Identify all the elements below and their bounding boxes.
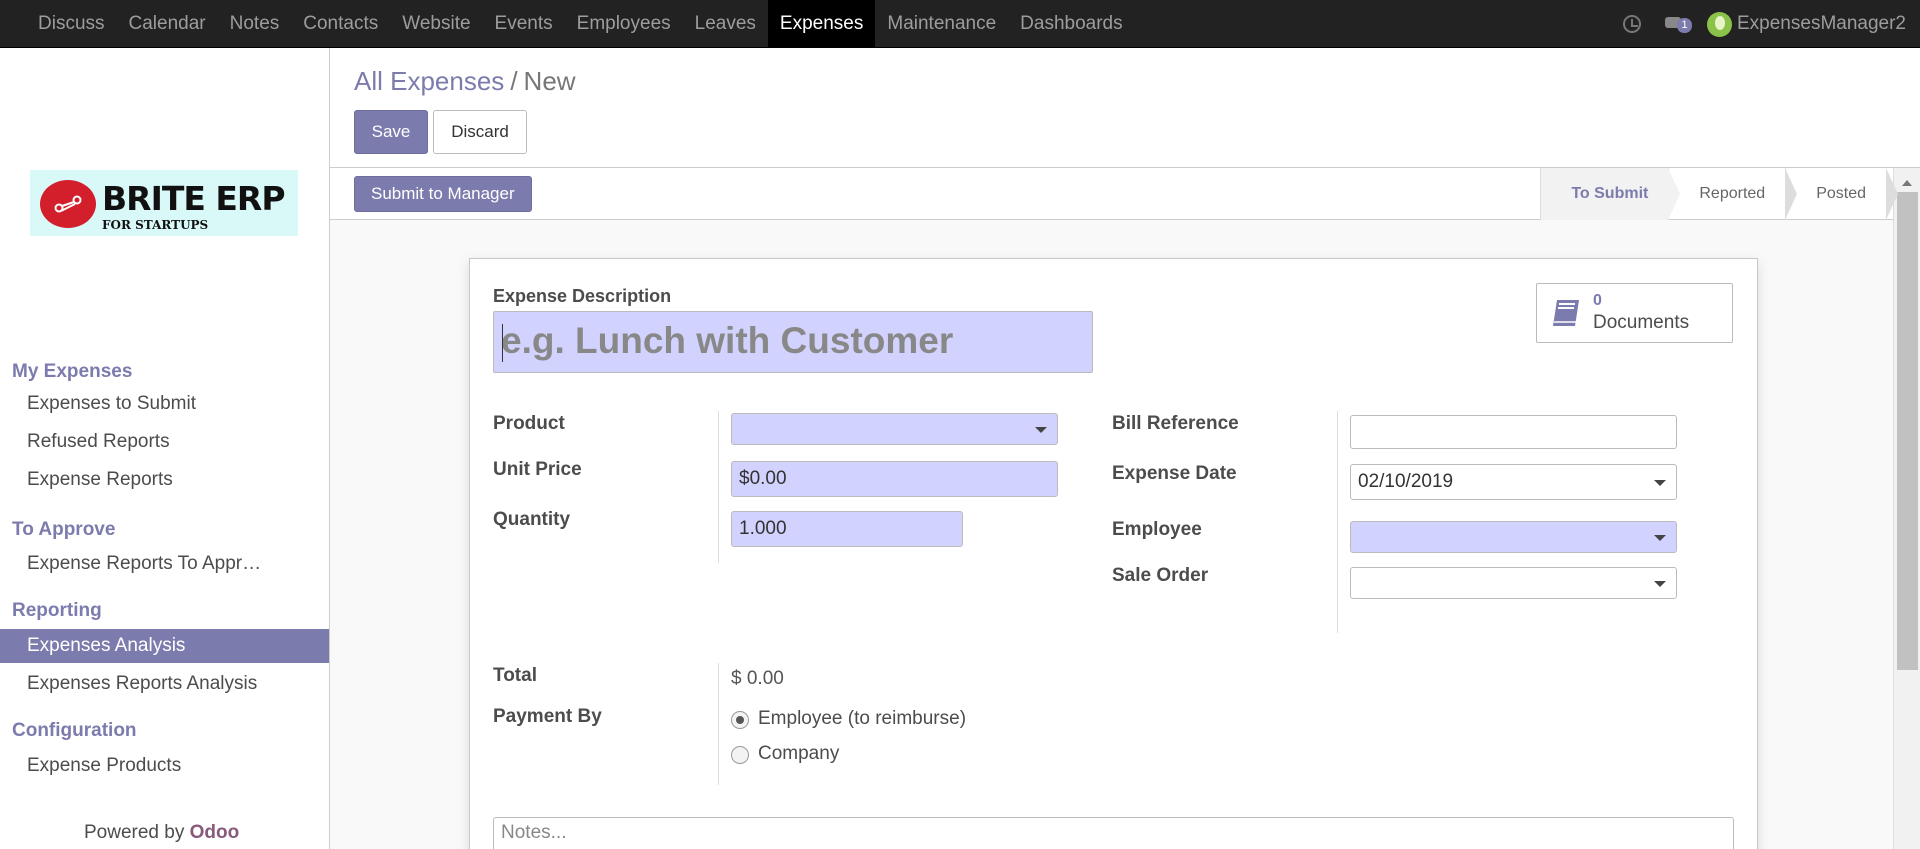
discard-button[interactable]: Discard xyxy=(433,110,527,154)
vertical-scrollbar[interactable] xyxy=(1893,168,1920,849)
powered-by-text: Powered by xyxy=(84,822,185,843)
expense-date-input[interactable]: 02/10/2019 xyxy=(1350,464,1677,500)
messaging-icon[interactable]: 1 xyxy=(1665,15,1692,33)
odoo-link[interactable]: Odoo xyxy=(190,822,240,843)
unit-price-label: Unit Price xyxy=(493,459,582,480)
product-chevron-down-icon xyxy=(1035,427,1047,433)
breadcrumb-separator: / xyxy=(510,66,518,96)
employee-label: Employee xyxy=(1112,519,1202,540)
menu-expenses[interactable]: Expenses xyxy=(767,0,876,47)
breadcrumb-current: New xyxy=(523,66,576,96)
menu-leaves[interactable]: Leaves xyxy=(683,0,768,47)
form-sheet: Expense Description e.g. Lunch with Cust… xyxy=(469,258,1758,849)
logo-mark-icon xyxy=(40,180,96,228)
bill-reference-input[interactable] xyxy=(1350,415,1677,449)
company-logo[interactable]: BRITE ERP FOR STARTUPS xyxy=(30,170,298,236)
expense-description-label: Expense Description xyxy=(493,286,672,306)
expense-date-label: Expense Date xyxy=(1112,463,1237,484)
stage-pipeline: To Submit Reported Posted xyxy=(1540,168,1898,220)
save-button[interactable]: Save xyxy=(354,110,428,154)
bill-reference-label: Bill Reference xyxy=(1112,413,1239,434)
menu-dashboards[interactable]: Dashboards xyxy=(1008,0,1134,47)
app-menu: Discuss Calendar Notes Contacts Website … xyxy=(26,0,1135,48)
menu-events[interactable]: Events xyxy=(483,0,565,47)
sidebar-item-expenses-analysis[interactable]: Expenses Analysis xyxy=(0,629,329,663)
employee-chevron-down-icon xyxy=(1654,535,1666,541)
product-select[interactable] xyxy=(731,413,1058,445)
quantity-label: Quantity xyxy=(493,509,571,530)
stage-reported[interactable]: Reported xyxy=(1668,168,1797,220)
menu-calendar[interactable]: Calendar xyxy=(117,0,218,47)
menu-discuss[interactable]: Discuss xyxy=(26,0,117,47)
sidebar-item-refused-reports[interactable]: Refused Reports xyxy=(0,425,329,459)
message-count-badge: 1 xyxy=(1677,18,1692,33)
menu-notes[interactable]: Notes xyxy=(218,0,292,47)
control-panel: All Expenses / New Save Discard xyxy=(330,48,1920,168)
user-menu[interactable]: ExpensesManager2 xyxy=(1737,13,1906,35)
left-group-divider xyxy=(718,411,719,563)
payment-company-radio[interactable] xyxy=(731,746,749,764)
logo-tagline: FOR STARTUPS xyxy=(102,218,209,232)
user-avatar[interactable] xyxy=(1707,11,1732,37)
systray: 1 ExpensesManager2 xyxy=(1623,0,1906,48)
stage-to-submit[interactable]: To Submit xyxy=(1540,168,1681,220)
sidebar-section-configuration: Configuration xyxy=(12,720,137,741)
scrollbar-thumb[interactable] xyxy=(1897,192,1918,670)
menu-employees[interactable]: Employees xyxy=(565,0,683,47)
unit-price-input[interactable]: $0.00 xyxy=(731,461,1058,497)
expense-date-value: 02/10/2019 xyxy=(1358,471,1454,492)
documents-count: 0 xyxy=(1593,292,1602,309)
submit-to-manager-button[interactable]: Submit to Manager xyxy=(354,176,532,212)
menu-maintenance[interactable]: Maintenance xyxy=(875,0,1008,47)
sale-order-label: Sale Order xyxy=(1112,565,1209,586)
documents-button[interactable]: 0 Documents xyxy=(1536,283,1733,343)
payment-by-label: Payment By xyxy=(493,706,602,727)
stage-posted[interactable]: Posted xyxy=(1785,168,1898,220)
menu-website[interactable]: Website xyxy=(390,0,482,47)
sidebar-item-expense-reports-to-approve[interactable]: Expense Reports To Appr… xyxy=(0,547,329,581)
sidebar-item-expenses-reports-analysis[interactable]: Expenses Reports Analysis xyxy=(0,667,329,701)
sidebar-item-expenses-to-submit[interactable]: Expenses to Submit xyxy=(0,387,329,421)
sidebar-item-expense-products[interactable]: Expense Products xyxy=(0,749,329,783)
sidebar-item-expense-reports[interactable]: Expense Reports xyxy=(0,463,329,497)
employee-select[interactable] xyxy=(1350,521,1677,553)
breadcrumb: All Expenses / New xyxy=(354,66,576,97)
activity-clock-icon[interactable] xyxy=(1623,15,1641,33)
date-chevron-down-icon xyxy=(1654,480,1666,486)
sale-order-chevron-down-icon xyxy=(1654,581,1666,587)
right-group-divider xyxy=(1337,411,1338,633)
sale-order-select[interactable] xyxy=(1350,567,1677,599)
scroll-up-arrow-icon[interactable] xyxy=(1902,180,1912,186)
payment-company-label[interactable]: Company xyxy=(758,743,839,765)
product-label: Product xyxy=(493,413,565,434)
logo-brand-text: BRITE ERP xyxy=(102,179,286,218)
documents-label: Documents xyxy=(1593,312,1690,333)
sidebar-section-to-approve: To Approve xyxy=(12,519,116,540)
expense-description-input[interactable]: e.g. Lunch with Customer xyxy=(493,311,1093,373)
quantity-input[interactable]: 1.000 xyxy=(731,511,963,547)
sidebar-section-my-expenses: My Expenses xyxy=(12,361,133,382)
top-navbar: Discuss Calendar Notes Contacts Website … xyxy=(0,0,1920,48)
form-statusbar: Submit to Manager To Submit Reported Pos… xyxy=(330,168,1920,220)
payment-group-divider xyxy=(718,663,719,785)
sidebar-section-reporting: Reporting xyxy=(12,600,102,621)
sidebar: BRITE ERP FOR STARTUPS My Expenses Expen… xyxy=(0,48,330,849)
payment-employee-radio[interactable] xyxy=(731,711,749,729)
book-icon xyxy=(1553,300,1579,326)
menu-contacts[interactable]: Contacts xyxy=(291,0,390,47)
total-value: $ 0.00 xyxy=(731,668,784,689)
notes-textarea[interactable]: Notes... xyxy=(493,817,1734,849)
payment-employee-label[interactable]: Employee (to reimburse) xyxy=(758,708,966,730)
powered-by: Powered by Odoo xyxy=(84,822,239,844)
total-label: Total xyxy=(493,665,537,686)
breadcrumb-all-expenses[interactable]: All Expenses xyxy=(354,66,504,96)
